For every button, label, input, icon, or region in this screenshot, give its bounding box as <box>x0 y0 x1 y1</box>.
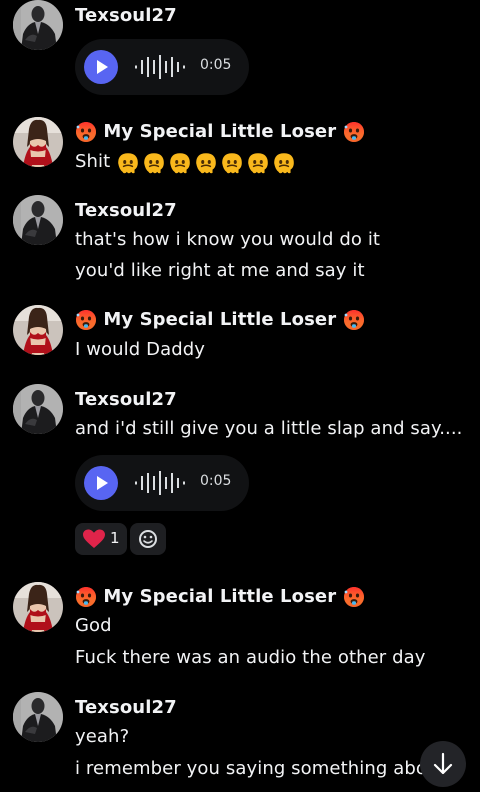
message-text: God <box>75 615 112 636</box>
username[interactable]: My Special Little Loser <box>75 586 365 608</box>
username[interactable]: Texsoul27 <box>75 389 177 410</box>
message-text: i remember you saying something about <box>75 758 446 779</box>
heart-icon <box>83 529 105 548</box>
username-text: My Special Little Loser <box>103 586 337 607</box>
hot-face-emoji-icon <box>343 587 364 607</box>
sweating-face-emoji-icon <box>169 152 191 175</box>
username[interactable]: My Special Little Loser <box>75 121 365 143</box>
hot-face-emoji-icon <box>76 587 96 607</box>
username[interactable]: My Special Little Loser <box>75 309 365 331</box>
reaction-heart[interactable]: 1 <box>75 523 127 555</box>
voice-message[interactable]: 0:05 <box>75 455 249 511</box>
avatar[interactable] <box>13 195 63 245</box>
avatar[interactable] <box>13 692 63 742</box>
sweating-face-emoji-icon <box>247 152 269 175</box>
message-text: I would Daddy <box>75 339 206 360</box>
message-text: yeah? <box>75 726 130 747</box>
play-button[interactable] <box>84 50 118 84</box>
waveform-icon <box>135 471 185 495</box>
message-text: Fuck there was an audio the other day <box>75 647 426 668</box>
scroll-to-bottom-button[interactable] <box>420 741 466 787</box>
message-text-content: Shit <box>75 151 111 172</box>
voice-duration: 0:05 <box>200 473 232 489</box>
hot-face-emoji-icon <box>343 122 364 142</box>
sweating-face-emoji-icon <box>273 152 295 175</box>
username[interactable]: Texsoul27 <box>75 697 177 718</box>
hot-face-emoji-icon <box>343 310 364 330</box>
play-button[interactable] <box>84 466 118 500</box>
sweating-face-emoji-icon <box>143 152 165 175</box>
hot-face-emoji-icon <box>76 122 96 142</box>
avatar[interactable] <box>13 384 63 434</box>
hot-face-emoji-icon <box>76 310 96 330</box>
voice-duration: 0:05 <box>200 57 232 73</box>
reaction-count: 1 <box>110 529 120 547</box>
play-icon <box>97 60 108 74</box>
voice-message[interactable]: 0:05 <box>75 39 249 95</box>
username[interactable]: Texsoul27 <box>75 200 177 221</box>
add-reaction-button[interactable] <box>130 523 166 555</box>
message-text: you'd like right at me and say it <box>75 260 365 281</box>
arrow-down-icon <box>433 752 453 775</box>
avatar[interactable] <box>13 0 63 50</box>
message-text: and i'd still give you a little slap and… <box>75 418 463 439</box>
sweating-face-emoji-icon <box>195 152 217 175</box>
sweating-face-emoji-icon <box>117 152 139 175</box>
avatar[interactable] <box>13 117 63 167</box>
username[interactable]: Texsoul27 <box>75 5 177 26</box>
sweating-face-emoji-icon <box>221 152 243 175</box>
avatar[interactable] <box>13 582 63 632</box>
add-reaction-icon <box>139 530 157 548</box>
play-icon <box>97 476 108 490</box>
waveform-icon <box>135 55 185 79</box>
avatar[interactable] <box>13 305 63 355</box>
message-text: that's how i know you would do it <box>75 229 381 250</box>
username-text: My Special Little Loser <box>103 309 337 330</box>
message-text: Shit <box>75 150 296 175</box>
username-text: My Special Little Loser <box>103 121 337 142</box>
